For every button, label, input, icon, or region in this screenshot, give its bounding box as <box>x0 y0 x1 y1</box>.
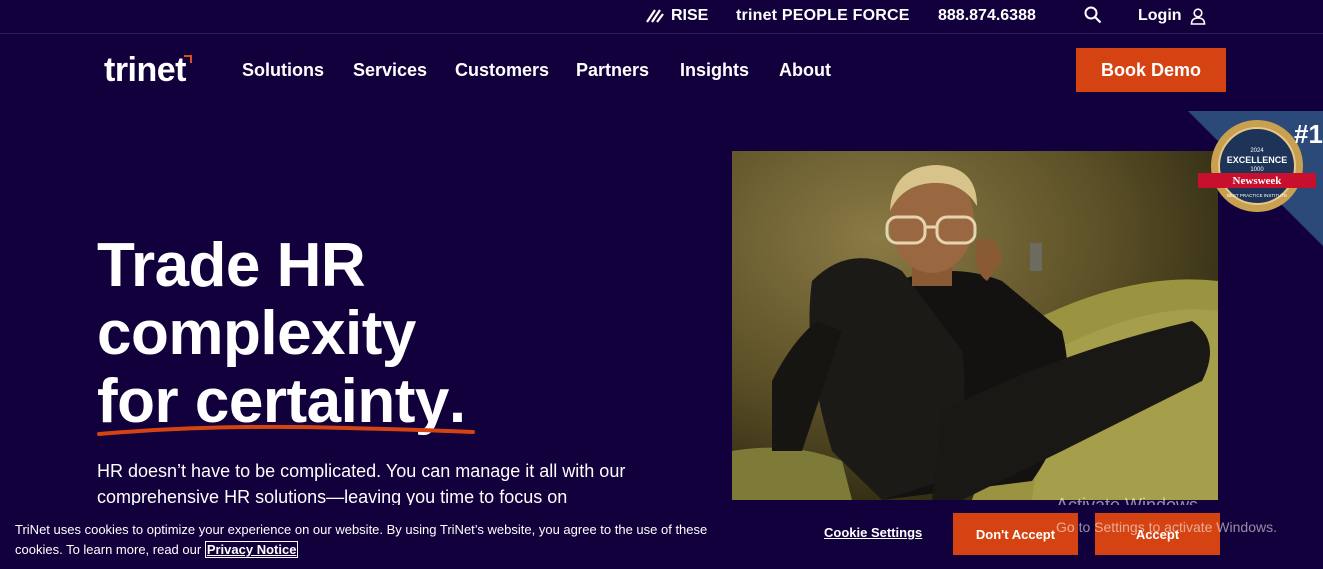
badge-count: 1000 <box>1250 167 1264 173</box>
login-link[interactable]: Login <box>1138 6 1206 26</box>
badge-rank: #1 <box>1294 119 1323 149</box>
nav-item-services[interactable]: Services <box>353 59 427 81</box>
cookie-banner: TriNet uses cookies to optimize your exp… <box>0 505 1323 569</box>
hero-underline-swoosh <box>97 424 475 436</box>
people-force-label: PEOPLE FORCE <box>781 7 910 24</box>
nav-item-customers[interactable]: Customers <box>455 59 549 81</box>
rise-slash-icon <box>646 9 664 23</box>
rise-link[interactable]: RISE <box>645 6 708 26</box>
book-demo-button[interactable]: Book Demo <box>1076 48 1226 92</box>
windows-watermark-subtitle: Go to Settings to activate Windows. <box>1056 519 1277 535</box>
phone-number-link[interactable]: 888.874.6388 <box>938 6 1036 26</box>
cookie-text-block: TriNet uses cookies to optimize your exp… <box>15 520 745 560</box>
search-button[interactable] <box>1084 6 1104 26</box>
badge-publisher: Newsweek <box>1233 175 1283 187</box>
trinet-logo[interactable]: trinet <box>104 51 192 89</box>
badge-year: 2024 <box>1250 148 1264 154</box>
logo-corner-mark <box>184 55 192 63</box>
hero-subtitle: HR doesn’t have to be complicated. You c… <box>97 461 626 507</box>
utility-bar: RISE trinet PEOPLE FORCE 888.874.6388 Lo… <box>0 0 1323 34</box>
search-icon <box>1084 6 1102 24</box>
user-icon <box>1190 7 1205 25</box>
nav-item-partners[interactable]: Partners <box>576 59 649 81</box>
main-nav: trinet Solutions Services Customers Part… <box>0 35 1323 105</box>
privacy-notice-link[interactable]: Privacy Notice <box>204 541 299 558</box>
hero-title: Trade HR complexity for certainty. <box>97 232 657 436</box>
nav-item-solutions[interactable]: Solutions <box>242 59 324 81</box>
cookie-settings-button[interactable]: Cookie Settings <box>824 525 922 540</box>
people-force-brand: trinet <box>736 7 778 24</box>
hero-title-line1: Trade HR <box>97 231 366 300</box>
rise-label: RISE <box>671 7 709 24</box>
newsweek-award-badge: #1 2024 EXCELLENCE 1000 Newsweek BEST PR… <box>1188 111 1323 246</box>
badge-award: EXCELLENCE <box>1227 155 1288 165</box>
people-force-link[interactable]: trinet PEOPLE FORCE <box>736 6 910 26</box>
badge-institute: BEST PRACTICE INSTITUTE <box>1227 193 1287 198</box>
hero-photo-illustration <box>732 151 1218 500</box>
login-label: Login <box>1138 7 1182 24</box>
hero-title-line2: complexity <box>97 299 416 368</box>
nav-item-insights[interactable]: Insights <box>680 59 749 81</box>
hero-photo <box>732 151 1218 500</box>
cookie-message: TriNet uses cookies to optimize your exp… <box>15 522 708 557</box>
nav-item-about[interactable]: About <box>779 59 831 81</box>
logo-text: trinet <box>104 51 187 89</box>
